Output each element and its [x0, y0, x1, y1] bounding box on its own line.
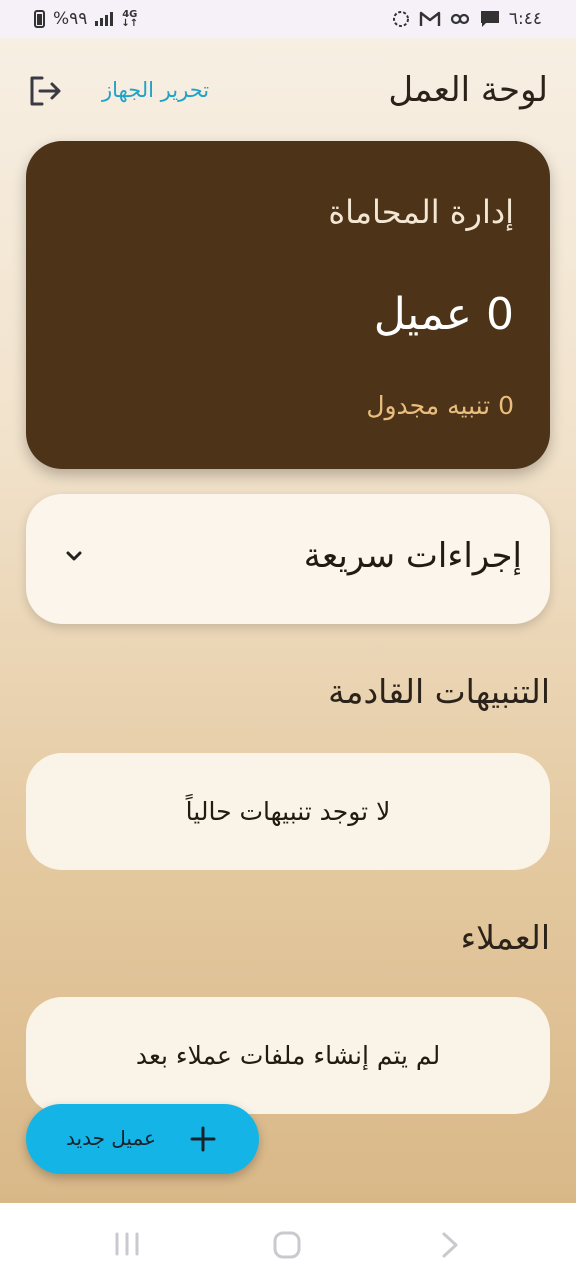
clients-empty-message: لم يتم إنشاء ملفات عملاء بعد [135, 1041, 441, 1070]
clients-empty-card: لم يتم إنشاء ملفات عملاء بعد [26, 997, 550, 1114]
status-right: ٦:٤٤ [391, 9, 542, 29]
logout-icon[interactable] [26, 72, 64, 110]
alerts-empty-message: لا توجد تنبيهات حالياً [185, 797, 391, 826]
edit-device-link[interactable]: تحرير الجهاز [102, 78, 209, 102]
alerts-empty-card: لا توجد تنبيهات حالياً [26, 753, 550, 870]
page-title: لوحة العمل [388, 70, 548, 110]
battery-icon [34, 10, 45, 28]
home-icon[interactable] [272, 1231, 302, 1259]
message-icon [480, 11, 499, 27]
plus-icon [190, 1126, 216, 1152]
new-client-label: عميل جديد [66, 1126, 156, 1150]
network-label: 4G [122, 9, 138, 20]
gmail-icon [419, 11, 441, 26]
quick-actions-label: إجراءات سريعة [303, 536, 522, 576]
clock: ٦:٤٤ [508, 9, 542, 29]
sync-icon [392, 11, 409, 27]
clients-count: 0 عميل [373, 289, 514, 340]
link-icon [450, 13, 469, 25]
summary-card: إدارة المحاماة 0 عميل 0 تنبيه مجدول [26, 141, 550, 469]
back-icon[interactable] [438, 1231, 462, 1259]
app-content: لوحة العمل تحرير الجهاز إدارة المحاماة 0… [0, 38, 576, 1203]
navigation-bar [0, 1203, 576, 1280]
recent-apps-icon[interactable] [112, 1231, 142, 1257]
alerts-section-title: التنبيهات القادمة [328, 672, 550, 711]
chevron-down-icon [66, 551, 82, 561]
new-client-button[interactable]: عميل جديد [26, 1104, 259, 1174]
network-type: 4G ↓↑ [121, 9, 139, 29]
summary-title: إدارة المحاماة [328, 193, 514, 231]
battery-percent: %٩٩ [53, 9, 88, 29]
header: لوحة العمل تحرير الجهاز [0, 38, 576, 148]
signal-icon [95, 12, 114, 26]
status-bar: %٩٩ 4G ↓↑ ٦:٤٤ [0, 0, 576, 38]
scheduled-alerts: 0 تنبيه مجدول [366, 391, 514, 420]
clients-section-title: العملاء [460, 918, 550, 957]
status-left: %٩٩ 4G ↓↑ [34, 9, 138, 29]
quick-actions-dropdown[interactable]: إجراءات سريعة [26, 494, 550, 624]
